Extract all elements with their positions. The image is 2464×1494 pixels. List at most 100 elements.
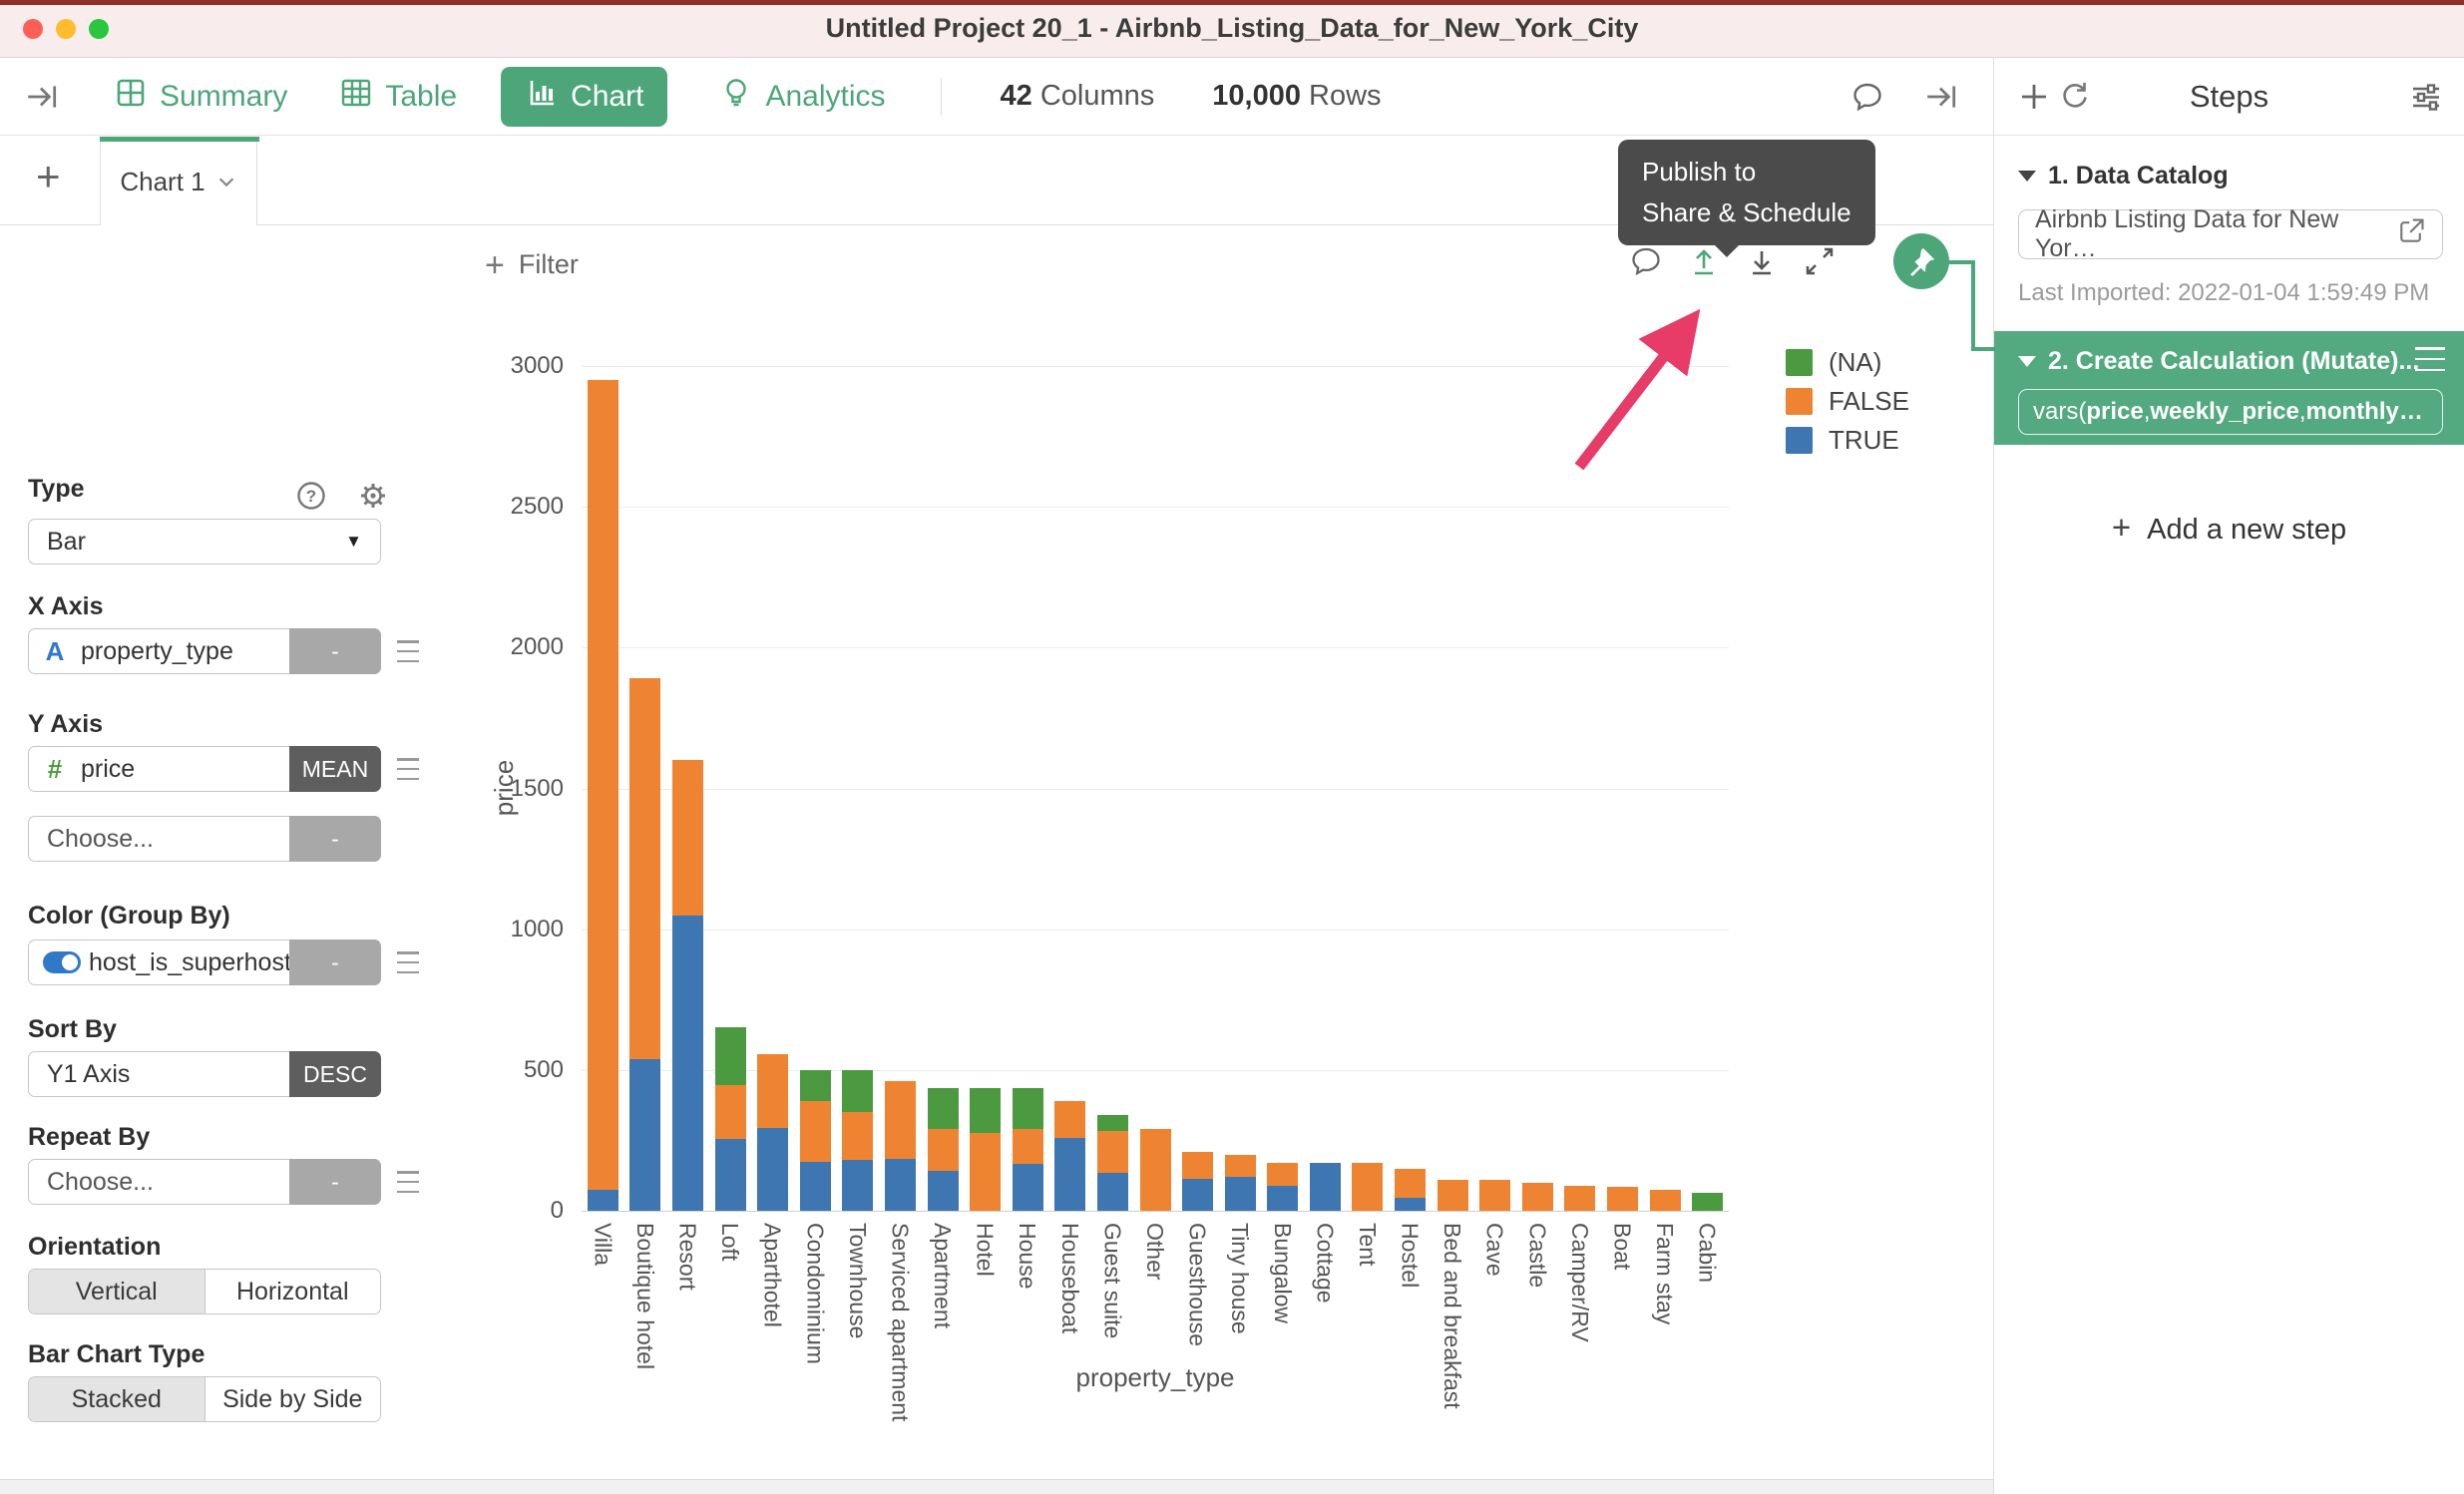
help-icon[interactable]: ? <box>294 479 328 518</box>
pin-chart-button[interactable] <box>1893 233 1949 289</box>
repeat-by-field[interactable]: Choose... - <box>28 1159 381 1205</box>
y2-axis-badge[interactable]: - <box>289 816 381 862</box>
color-field[interactable]: host_is_superhost - <box>28 939 381 985</box>
tab-table[interactable]: Table <box>339 76 457 118</box>
bar-segment-true[interactable] <box>1267 1186 1298 1211</box>
bar-segment-false[interactable] <box>757 1054 788 1127</box>
bar-segment-false[interactable] <box>715 1085 746 1139</box>
bar-segment-false[interactable] <box>588 380 618 1190</box>
bar-segment-false[interactable] <box>1395 1169 1426 1199</box>
chart-type-select[interactable]: Bar ▼ <box>28 519 381 564</box>
bar-segment-(na)[interactable] <box>800 1070 831 1101</box>
bar-segment-true[interactable] <box>757 1128 788 1211</box>
bar-segment-true[interactable] <box>1054 1138 1085 1211</box>
bar-segment-false[interactable] <box>885 1081 916 1159</box>
step2-expression[interactable]: vars(price, weekly_price, monthly… <box>2018 389 2443 435</box>
bar-segment-true[interactable] <box>629 1059 660 1211</box>
sort-direction-badge[interactable]: DESC <box>289 1051 381 1097</box>
orientation-horizontal-option[interactable]: Horizontal <box>205 1270 381 1313</box>
legend-item[interactable]: TRUE <box>1786 421 1909 460</box>
bar-segment-false[interactable] <box>1267 1163 1298 1186</box>
step1-source-box[interactable]: Airbnb Listing Data for New Yor… <box>2018 209 2443 259</box>
chart-comment-icon[interactable] <box>1628 243 1664 279</box>
bar-segment-true[interactable] <box>928 1171 959 1211</box>
bar-segment-true[interactable] <box>672 916 703 1211</box>
chart-tab-active[interactable]: Chart 1 <box>100 137 257 226</box>
collapse-right-icon[interactable] <box>1921 77 1961 117</box>
bar-segment-false[interactable] <box>1650 1190 1681 1211</box>
sort-by-field[interactable]: Y1 Axis DESC <box>28 1051 381 1097</box>
zoom-window-button[interactable] <box>89 19 109 39</box>
bar-segment-false[interactable] <box>1352 1163 1383 1211</box>
y-axis-aggregate-badge[interactable]: MEAN <box>289 746 381 792</box>
tab-chart[interactable]: Chart <box>501 67 667 127</box>
repeat-by-badge[interactable]: - <box>289 1159 381 1205</box>
bar-segment-(na)[interactable] <box>1692 1193 1723 1211</box>
bar-segment-false[interactable] <box>1437 1180 1468 1211</box>
new-chart-tab-button[interactable]: + <box>36 156 61 197</box>
x-axis-window-badge[interactable]: - <box>289 628 381 674</box>
bar-segment-false[interactable] <box>1054 1101 1085 1138</box>
bar-segment-(na)[interactable] <box>1097 1115 1128 1131</box>
refresh-icon[interactable] <box>2054 77 2094 117</box>
tab-analytics[interactable]: Analytics <box>719 76 885 118</box>
bar-segment-true[interactable] <box>885 1159 916 1211</box>
collapse-sidebar-icon[interactable] <box>22 77 62 117</box>
step2-header[interactable]: 2. Create Calculation (Mutate)... <box>2018 347 2419 376</box>
bar-segment-false[interactable] <box>800 1101 831 1162</box>
minimize-window-button[interactable] <box>56 19 76 39</box>
add-filter-button[interactable]: + Filter <box>485 249 579 280</box>
orientation-vertical-option[interactable]: Vertical <box>29 1270 205 1313</box>
add-new-step-button[interactable]: +Add a new step <box>1994 509 2464 547</box>
bar-segment-true[interactable] <box>800 1162 831 1211</box>
bar-segment-true[interactable] <box>842 1160 873 1211</box>
bar-segment-(na)[interactable] <box>715 1027 746 1085</box>
bar-segment-false[interactable] <box>1522 1183 1553 1211</box>
bar-type-stacked-option[interactable]: Stacked <box>29 1377 205 1421</box>
bar-segment-(na)[interactable] <box>1013 1088 1043 1129</box>
bar-segment-false[interactable] <box>1182 1152 1213 1179</box>
gear-icon[interactable] <box>356 479 390 518</box>
steps-settings-icon[interactable] <box>2406 77 2446 117</box>
step1-header[interactable]: 1. Data Catalog <box>2018 162 2229 190</box>
bar-segment-true[interactable] <box>1097 1173 1128 1211</box>
bar-segment-false[interactable] <box>629 678 660 1058</box>
bar-segment-false[interactable] <box>1225 1155 1256 1178</box>
bar-segment-true[interactable] <box>1225 1177 1256 1211</box>
step2-menu-icon[interactable] <box>2415 347 2445 371</box>
bar-segment-false[interactable] <box>1140 1129 1171 1211</box>
legend-item[interactable]: (NA) <box>1786 343 1909 382</box>
bar-segment-false[interactable] <box>1564 1186 1595 1211</box>
bar-segment-(na)[interactable] <box>970 1088 1001 1133</box>
y-axis-field[interactable]: # price MEAN <box>28 746 381 792</box>
bar-segment-false[interactable] <box>1607 1187 1638 1211</box>
expand-fullscreen-icon[interactable] <box>1802 243 1838 279</box>
comment-icon[interactable] <box>1848 77 1887 117</box>
step2-panel[interactable]: 2. Create Calculation (Mutate)... vars(p… <box>1994 331 2464 445</box>
bar-segment-true[interactable] <box>1182 1179 1213 1211</box>
tab-summary[interactable]: Summary <box>114 76 287 118</box>
bar-segment-true[interactable] <box>1013 1164 1043 1211</box>
bar-segment-false[interactable] <box>842 1112 873 1160</box>
external-link-icon[interactable] <box>2396 216 2426 253</box>
bar-segment-false[interactable] <box>1013 1129 1043 1164</box>
bar-segment-(na)[interactable] <box>842 1070 873 1112</box>
bar-segment-false[interactable] <box>1479 1180 1510 1211</box>
bar-segment-false[interactable] <box>928 1129 959 1171</box>
legend-item[interactable]: FALSE <box>1786 382 1909 421</box>
add-step-icon[interactable] <box>2014 77 2054 117</box>
bar-segment-(na)[interactable] <box>928 1088 959 1129</box>
bar-type-sidebyside-option[interactable]: Side by Side <box>205 1377 381 1421</box>
download-icon[interactable] <box>1744 243 1780 279</box>
bar-segment-true[interactable] <box>1310 1163 1341 1211</box>
bar-segment-false[interactable] <box>672 760 703 915</box>
horizontal-scrollbar[interactable] <box>0 1479 1993 1494</box>
y2-axis-field[interactable]: Choose... - <box>28 816 381 862</box>
x-axis-field[interactable]: A property_type - <box>28 628 381 674</box>
close-window-button[interactable] <box>23 19 43 39</box>
bar-segment-false[interactable] <box>970 1133 1001 1211</box>
bar-segment-true[interactable] <box>588 1190 618 1211</box>
bar-segment-true[interactable] <box>715 1139 746 1211</box>
bar-segment-false[interactable] <box>1097 1131 1128 1173</box>
bar-segment-true[interactable] <box>1395 1198 1426 1211</box>
